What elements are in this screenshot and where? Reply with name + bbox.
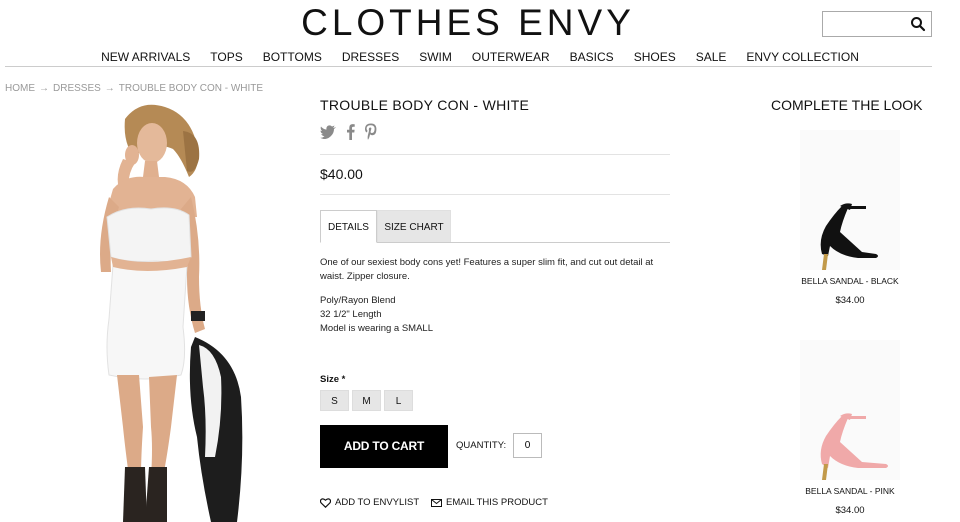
- nav-shoes[interactable]: SHOES: [624, 49, 686, 65]
- nav-tops[interactable]: TOPS: [200, 49, 252, 65]
- search-box[interactable]: [822, 11, 932, 37]
- breadcrumb-separator: →: [39, 83, 49, 94]
- spec-model-size: Model is wearing a SMALL: [320, 323, 433, 334]
- look-item-image[interactable]: [800, 340, 900, 480]
- pinterest-icon[interactable]: [364, 123, 378, 145]
- nav-sale[interactable]: SALE: [686, 49, 737, 65]
- look-item-name[interactable]: BELLA SANDAL - PINK: [800, 486, 900, 496]
- add-to-cart-button[interactable]: ADD TO CART: [320, 425, 448, 468]
- breadcrumb-separator: →: [104, 83, 115, 94]
- spec-fabric: Poly/Rayon Blend: [320, 295, 396, 306]
- complete-the-look-title: COMPLETE THE LOOK: [771, 97, 923, 113]
- look-item: BELLA SANDAL - PINK $34.00: [800, 340, 900, 516]
- product-price: $40.00: [320, 166, 363, 182]
- tab-size-chart[interactable]: SIZE CHART: [377, 210, 451, 243]
- sandal-icon: [800, 130, 900, 270]
- look-item-image[interactable]: [800, 130, 900, 270]
- size-label: Size *: [320, 374, 346, 385]
- size-option-m[interactable]: M: [352, 390, 381, 411]
- breadcrumb-home[interactable]: HOME: [5, 83, 35, 94]
- nav-basics[interactable]: BASICS: [560, 49, 624, 65]
- nav-new-arrivals[interactable]: NEW ARRIVALS: [91, 49, 200, 65]
- email-product-label: EMAIL THIS PRODUCT: [446, 497, 548, 508]
- divider: [320, 154, 670, 155]
- nav-dresses[interactable]: DRESSES: [332, 49, 409, 65]
- look-item-price: $34.00: [835, 505, 865, 516]
- sandal-icon: [800, 340, 900, 480]
- nav-outerwear[interactable]: OUTERWEAR: [462, 49, 560, 65]
- product-tabs: DETAILS SIZE CHART: [320, 210, 451, 243]
- facebook-icon[interactable]: [346, 123, 355, 145]
- search-input[interactable]: [823, 12, 909, 36]
- search-icon[interactable]: [910, 16, 926, 32]
- size-option-l[interactable]: L: [384, 390, 413, 411]
- envelope-icon: [431, 498, 442, 507]
- tab-details[interactable]: DETAILS: [320, 210, 377, 243]
- add-to-envylist-label: ADD TO ENVYLIST: [335, 497, 420, 508]
- nav-swim[interactable]: SWIM: [409, 49, 462, 65]
- nav-divider: [5, 66, 932, 67]
- main-nav: NEW ARRIVALS TOPS BOTTOMS DRESSES SWIM O…: [0, 49, 960, 65]
- nav-bottoms[interactable]: BOTTOMS: [253, 49, 332, 65]
- breadcrumb: HOME → DRESSES → TROUBLE BODY CON - WHIT…: [5, 83, 263, 94]
- product-title: TROUBLE BODY CON - WHITE: [320, 97, 530, 113]
- nav-envy-collection[interactable]: ENVY COLLECTION: [736, 49, 868, 65]
- add-to-envylist-link[interactable]: ADD TO ENVYLIST: [320, 497, 419, 508]
- social-share: [320, 123, 378, 145]
- look-item: BELLA SANDAL - BLACK $34.00: [800, 130, 900, 306]
- heart-icon: [320, 497, 331, 508]
- model-photo: [5, 97, 295, 522]
- divider: [320, 194, 670, 195]
- logo[interactable]: CLOTHES ENVY: [268, 4, 668, 42]
- description-text: One of our sexiest body cons yet! Featur…: [320, 257, 654, 282]
- product-description: One of our sexiest body cons yet! Featur…: [320, 256, 665, 336]
- look-item-price: $34.00: [835, 295, 865, 306]
- size-selector: S M L: [320, 390, 413, 411]
- quantity-label: QUANTITY:: [456, 440, 507, 451]
- breadcrumb-current[interactable]: TROUBLE BODY CON - WHITE: [119, 83, 263, 94]
- twitter-icon[interactable]: [320, 124, 337, 144]
- quantity-input[interactable]: [513, 433, 542, 458]
- look-item-name[interactable]: BELLA SANDAL - BLACK: [800, 276, 900, 286]
- size-option-s[interactable]: S: [320, 390, 349, 411]
- breadcrumb-dresses[interactable]: DRESSES: [53, 83, 101, 94]
- spec-length: 32 1/2" Length: [320, 309, 382, 320]
- email-product-link[interactable]: EMAIL THIS PRODUCT: [431, 497, 548, 508]
- product-image[interactable]: [5, 97, 295, 522]
